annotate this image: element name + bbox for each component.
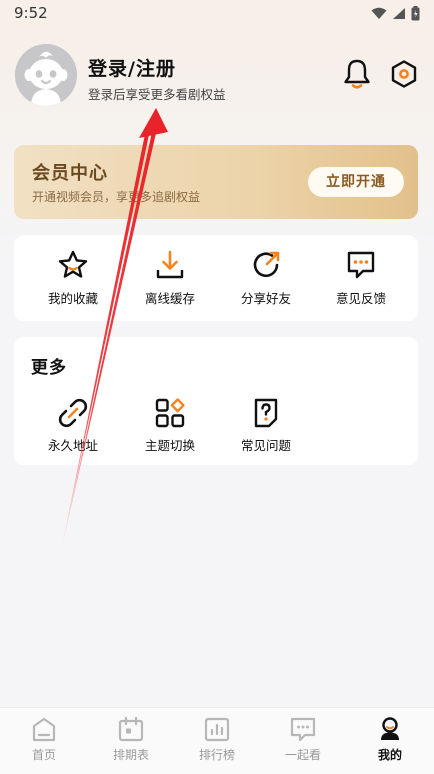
theme-switch-button[interactable]: 主题切换 [130,397,210,457]
tab-ranking-label: 排行榜 [198,748,235,762]
tab-watch-together-label: 一起看 [284,748,321,762]
share-friends-button[interactable]: 分享好友 [226,249,306,311]
download-icon [156,250,184,279]
link-icon [58,398,88,428]
feedback-button[interactable]: 意见反馈 [321,249,401,311]
settings-button[interactable] [389,59,419,89]
share-friends-label: 分享好友 [240,291,291,306]
watch-together-icon [290,717,316,742]
tab-home-label: 首页 [31,748,56,762]
theme-icon [155,398,185,428]
more-card: 更多 永久地址 主题切换 常见问题 [14,337,418,465]
hexagon-settings-icon [391,60,417,88]
bottom-tab-bar: 首页 排期表 排行榜 一起看 我的 [0,707,434,774]
tab-profile[interactable]: 我的 [355,716,425,772]
ranking-icon [204,717,230,742]
tab-schedule-label: 排期表 [112,748,149,762]
tab-home[interactable]: 首页 [9,716,79,772]
login-benefit-text: 登录后享受更多看剧权益 [88,87,226,102]
vip-center-card[interactable]: 会员中心 开通视频会员，享更多追剧权益 立即开通 [14,145,418,219]
favorites-label: 我的收藏 [47,291,98,306]
star-icon [58,250,88,278]
tab-watch-together[interactable]: 一起看 [268,716,338,772]
mascot-avatar-icon [15,44,77,106]
theme-switch-label: 主题切换 [144,438,195,453]
calendar-icon [118,716,144,742]
bell-icon [344,59,370,89]
status-time: 9:52 [14,4,48,22]
wifi-icon [371,7,387,19]
faq-label: 常见问题 [240,438,291,453]
question-icon [254,398,278,428]
avatar[interactable] [15,44,77,106]
offline-cache-label: 离线缓存 [144,291,195,306]
feedback-icon [347,251,375,279]
status-icons [371,6,420,21]
vip-center-title: 会员中心 [32,163,108,184]
favorites-button[interactable]: 我的收藏 [33,249,113,311]
open-vip-button[interactable]: 立即开通 [308,167,404,197]
tab-ranking[interactable]: 排行榜 [182,716,252,772]
profile-icon [381,717,399,740]
offline-cache-button[interactable]: 离线缓存 [130,249,210,311]
tab-schedule[interactable]: 排期表 [96,716,166,772]
vip-center-subtitle: 开通视频会员，享更多追剧权益 [32,190,201,204]
faq-button[interactable]: 常见问题 [226,397,306,457]
status-bar: 9:52 [0,0,434,28]
quick-actions-card: 我的收藏 离线缓存 分享好友 意见反馈 [14,235,418,321]
tab-profile-label: 我的 [377,748,402,762]
feedback-label: 意见反馈 [335,291,386,306]
permanent-address-label: 永久地址 [47,438,98,453]
login-register-link[interactable]: 登录/注册 [88,54,176,81]
signal-icon [393,8,405,19]
more-section-title: 更多 [31,358,67,378]
home-icon [32,717,56,742]
permanent-address-button[interactable]: 永久地址 [33,397,113,457]
share-icon [253,251,280,278]
notification-button[interactable] [342,58,372,90]
battery-icon [411,6,420,21]
